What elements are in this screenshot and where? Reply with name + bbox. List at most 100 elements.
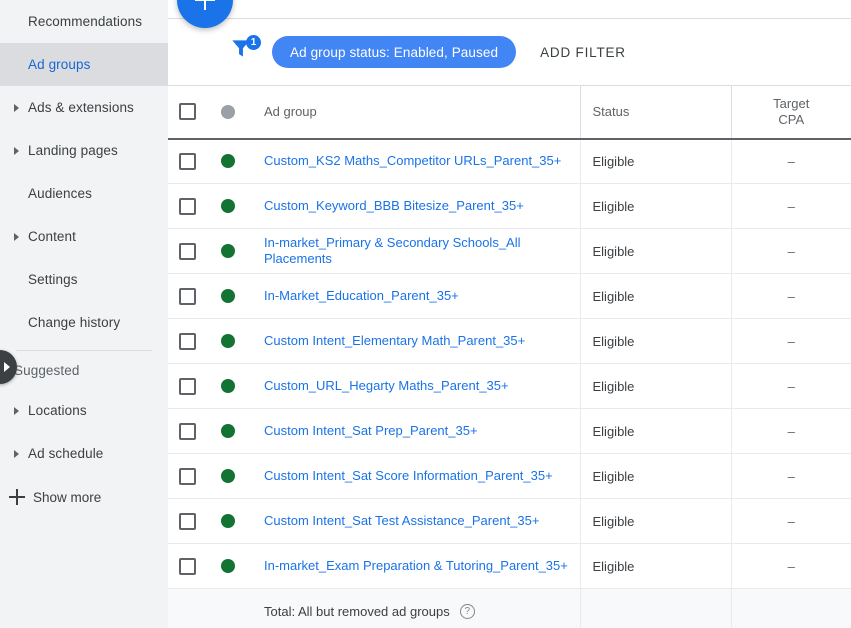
row-checkbox[interactable] <box>178 242 196 260</box>
row-status-dot-cell <box>206 543 250 589</box>
row-select-cell <box>168 498 206 544</box>
sidebar-item-ad-schedule[interactable]: Ad schedule <box>0 432 168 475</box>
row-select-cell <box>168 408 206 454</box>
row-ad-group-cell: In-Market_Education_Parent_35+ <box>250 273 580 319</box>
status-dot-icon[interactable] <box>221 424 235 438</box>
row-status-cell: Eligible <box>579 453 731 499</box>
help-circle-icon[interactable]: ? <box>459 603 475 619</box>
table-row: Custom Intent_Elementary Math_Parent_35+… <box>168 318 851 364</box>
sidebar-item-recommendations[interactable]: Recommendations <box>0 0 168 43</box>
row-target-cpa-cell: – <box>730 363 851 409</box>
target-cpa-line2: CPA <box>778 111 805 127</box>
row-checkbox[interactable] <box>178 287 196 305</box>
ad-group-link[interactable]: In-market_Exam Preparation & Tutoring_Pa… <box>264 558 568 574</box>
status-dot-icon[interactable] <box>221 559 235 573</box>
show-more-button[interactable]: Show more <box>0 475 168 519</box>
cut-off-header-text <box>268 0 273 6</box>
row-ad-group-cell: Custom_Keyword_BBB Bitesize_Parent_35+ <box>250 183 580 229</box>
row-checkbox[interactable] <box>178 332 196 350</box>
row-checkbox[interactable] <box>178 557 196 575</box>
cut-off-header-strip <box>168 0 851 19</box>
filter-funnel-button[interactable]: 1 <box>228 35 262 69</box>
table-header-row: Ad group Status Target CPA <box>168 85 851 140</box>
sidebar-item-ads-extensions[interactable]: Ads & extensions <box>0 86 168 129</box>
ad-group-link[interactable]: Custom_KS2 Maths_Competitor URLs_Parent_… <box>264 153 561 169</box>
row-status-cell: Eligible <box>579 543 731 589</box>
sidebar-item-ad-groups[interactable]: Ad groups <box>0 43 168 86</box>
status-dot-icon[interactable] <box>221 154 235 169</box>
row-target-cpa-cell: – <box>730 228 851 274</box>
ad-group-link[interactable]: Custom_URL_Hegarty Maths_Parent_35+ <box>264 378 509 394</box>
row-ad-group-cell: Custom Intent_Elementary Math_Parent_35+ <box>250 318 580 364</box>
row-checkbox[interactable] <box>178 512 196 530</box>
row-ad-group-cell: In-market_Exam Preparation & Tutoring_Pa… <box>250 543 580 589</box>
sidebar-item-settings[interactable]: Settings <box>0 258 168 301</box>
sidebar-item-label: Ads & extensions <box>28 100 134 115</box>
main-content: 1 Ad group status: Enabled, Paused ADD F… <box>168 0 851 628</box>
ad-group-link[interactable]: Custom_Keyword_BBB Bitesize_Parent_35+ <box>264 198 524 214</box>
status-dot-icon[interactable] <box>221 289 235 303</box>
row-select-cell <box>168 138 206 184</box>
plus-icon <box>9 489 25 505</box>
status-dot-icon[interactable] <box>221 244 235 258</box>
column-header-target-cpa[interactable]: Target CPA <box>730 85 851 140</box>
row-status-dot-cell <box>206 498 250 544</box>
select-all-header <box>168 85 206 140</box>
sidebar-item-audiences[interactable]: Audiences <box>0 172 168 215</box>
ad-group-link[interactable]: In-market_Primary & Secondary Schools_Al… <box>264 235 572 267</box>
status-dot-icon[interactable] <box>221 199 235 213</box>
sidebar-item-label: Audiences <box>28 186 92 201</box>
sidebar-item-change-history[interactable]: Change history <box>0 301 168 344</box>
ad-group-link[interactable]: Custom Intent_Sat Prep_Parent_35+ <box>264 423 478 439</box>
status-dot-icon[interactable] <box>221 514 235 528</box>
row-select-cell <box>168 363 206 409</box>
row-ad-group-cell: In-market_Primary & Secondary Schools_Al… <box>250 228 580 274</box>
table-row: In-Market_Education_Parent_35+ Eligible – <box>168 273 851 319</box>
target-cpa-line1: Target <box>773 95 810 111</box>
sidebar-item-content[interactable]: Content <box>0 215 168 258</box>
select-all-checkbox[interactable] <box>178 103 196 121</box>
ad-group-link[interactable]: Custom Intent_Elementary Math_Parent_35+ <box>264 333 525 349</box>
table-total-row: Total: All but removed ad groups? <box>168 588 851 628</box>
row-select-cell <box>168 183 206 229</box>
row-checkbox[interactable] <box>178 377 196 395</box>
add-filter-button[interactable]: ADD FILTER <box>540 45 626 60</box>
ad-group-link[interactable]: In-Market_Education_Parent_35+ <box>264 288 459 304</box>
status-dot-icon[interactable] <box>221 469 235 483</box>
status-dot-icon[interactable] <box>221 334 235 348</box>
row-ad-group-cell: Custom Intent_Sat Prep_Parent_35+ <box>250 408 580 454</box>
row-target-cpa-cell: – <box>730 138 851 184</box>
row-target-cpa-cell: – <box>730 498 851 544</box>
sidebar-item-locations[interactable]: Locations <box>0 389 168 432</box>
chevron-right-icon <box>14 232 19 241</box>
row-status-dot-cell <box>206 408 250 454</box>
table-row: In-market_Exam Preparation & Tutoring_Pa… <box>168 543 851 589</box>
row-status-dot-cell <box>206 228 250 274</box>
table-row: Custom Intent_Sat Score Information_Pare… <box>168 453 851 499</box>
row-checkbox[interactable] <box>178 152 196 170</box>
status-dot-header <box>206 85 250 140</box>
row-checkbox[interactable] <box>178 197 196 215</box>
row-checkbox[interactable] <box>178 467 196 485</box>
ad-group-link[interactable]: Custom Intent_Sat Score Information_Pare… <box>264 468 553 484</box>
row-status-cell: Eligible <box>579 228 731 274</box>
column-header-ad-group[interactable]: Ad group <box>250 85 580 140</box>
row-ad-group-cell: Custom_KS2 Maths_Competitor URLs_Parent_… <box>250 138 580 184</box>
status-dot-icon[interactable] <box>221 104 235 119</box>
row-status-cell: Eligible <box>579 138 731 184</box>
column-header-status[interactable]: Status <box>579 85 731 140</box>
row-status-cell: Eligible <box>579 183 731 229</box>
total-spacer-2 <box>206 588 250 628</box>
ad-group-link[interactable]: Custom Intent_Sat Test Assistance_Parent… <box>264 513 539 529</box>
row-target-cpa-cell: – <box>730 273 851 319</box>
row-checkbox[interactable] <box>178 422 196 440</box>
table-body: Custom_KS2 Maths_Competitor URLs_Parent_… <box>168 138 851 628</box>
table-row: Custom_KS2 Maths_Competitor URLs_Parent_… <box>168 138 851 184</box>
status-dot-icon[interactable] <box>221 379 235 393</box>
row-status-cell: Eligible <box>579 498 731 544</box>
filter-count-badge: 1 <box>246 35 261 50</box>
filter-chip-ad-group-status[interactable]: Ad group status: Enabled, Paused <box>272 36 517 68</box>
sidebar-item-landing-pages[interactable]: Landing pages <box>0 129 168 172</box>
chevron-right-icon <box>3 362 10 372</box>
row-status-cell: Eligible <box>579 318 731 364</box>
